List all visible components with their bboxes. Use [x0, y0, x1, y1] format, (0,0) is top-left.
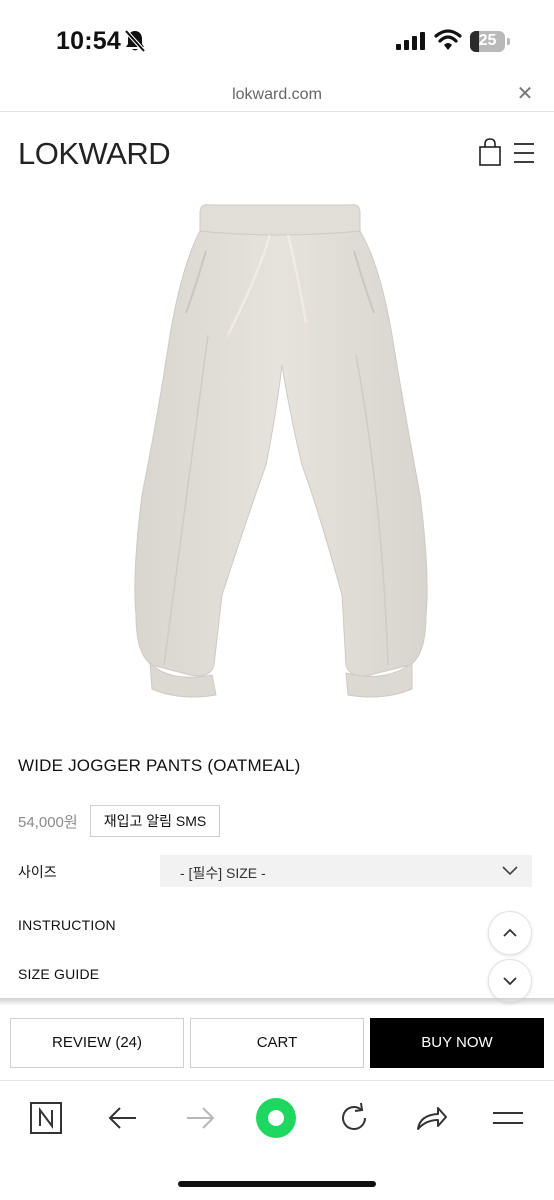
restock-sms-button[interactable]: 재입고 알림 SMS	[90, 805, 220, 837]
chevron-down-icon	[503, 977, 517, 986]
product-name: WIDE JOGGER PANTS (OATMEAL)	[18, 756, 301, 775]
menu-lines-icon[interactable]	[491, 1101, 525, 1135]
instruction-link[interactable]: INSTRUCTION	[18, 917, 116, 933]
site-logo[interactable]: LOKWARD	[18, 136, 171, 172]
forward-arrow-icon[interactable]	[183, 1101, 217, 1135]
size-select-value[interactable]: - [필수] SIZE -	[180, 863, 266, 883]
hamburger-menu-icon[interactable]	[512, 142, 536, 164]
chevron-up-icon	[503, 928, 517, 937]
back-arrow-icon[interactable]	[106, 1101, 140, 1135]
battery-percent: 25	[478, 32, 497, 49]
url-text[interactable]: lokward.com	[0, 86, 554, 104]
green-dot-icon[interactable]	[255, 1097, 297, 1139]
home-indicator[interactable]	[178, 1181, 376, 1187]
site-header: LOKWARD	[0, 112, 554, 192]
battery-icon: 25	[470, 31, 510, 52]
product-price: 54,000원	[18, 814, 78, 831]
size-guide-link[interactable]: SIZE GUIDE	[18, 966, 99, 982]
status-bar: 10:54 25	[0, 0, 554, 80]
scroll-up-button[interactable]	[488, 911, 532, 955]
purchase-action-bar: REVIEW (24) CART BUY NOW	[0, 1018, 554, 1068]
url-bar[interactable]: lokward.com ✕	[0, 80, 554, 112]
signal-icon	[396, 32, 425, 50]
product-image[interactable]	[130, 195, 430, 715]
buy-now-button[interactable]: BUY NOW	[370, 1018, 544, 1068]
cart-button[interactable]: CART	[190, 1018, 364, 1068]
size-select[interactable]: - [필수] SIZE -	[160, 855, 532, 887]
wifi-icon	[434, 29, 462, 50]
refresh-icon[interactable]	[337, 1101, 371, 1135]
shopping-bag-icon[interactable]	[478, 138, 502, 166]
divider-shadow	[0, 998, 554, 1006]
chevron-down-icon	[502, 866, 518, 876]
close-icon[interactable]: ✕	[514, 83, 536, 105]
size-label: 사이즈	[18, 864, 57, 880]
naver-n-icon[interactable]	[29, 1101, 63, 1135]
share-icon[interactable]	[414, 1101, 448, 1135]
review-button[interactable]: REVIEW (24)	[10, 1018, 184, 1068]
bell-slash-icon	[124, 29, 146, 53]
status-time: 10:54	[56, 27, 121, 55]
scroll-down-button[interactable]	[488, 959, 532, 1003]
